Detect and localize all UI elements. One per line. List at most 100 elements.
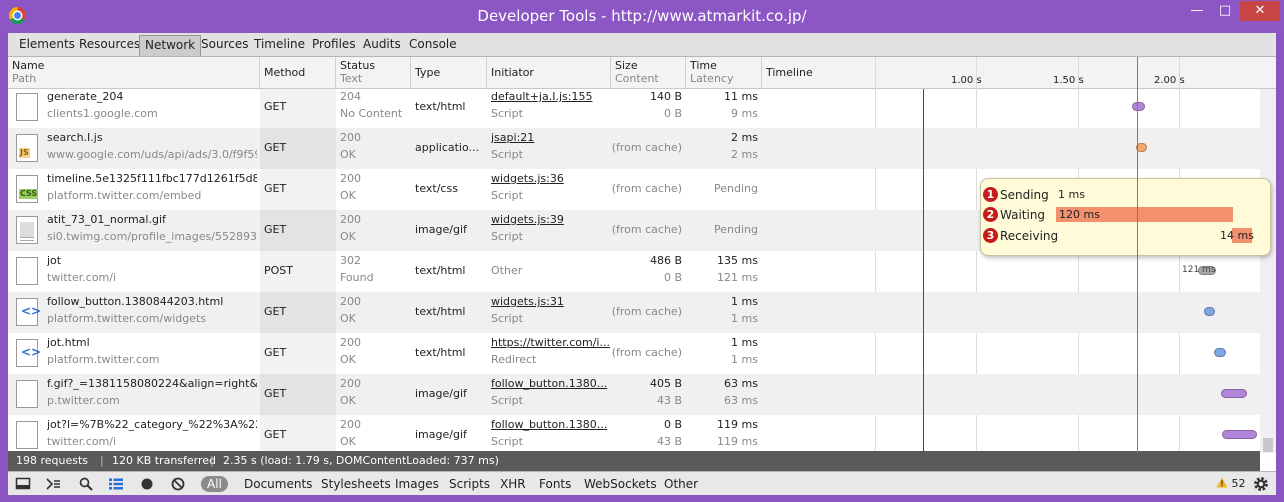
name-text: generate_204 clients1.google.com xyxy=(47,89,257,128)
network-request-list: generate_204 clients1.google.com GET 204 No … xyxy=(8,89,1260,453)
tooltip-waiting-value: 120 ms xyxy=(1059,208,1100,221)
dock-side-icon[interactable] xyxy=(15,476,31,492)
request-name: timeline.5e1325f111fbc177d1261f5d81... xyxy=(47,172,257,185)
method-value: GET xyxy=(264,141,287,154)
timeline-bar[interactable] xyxy=(1222,430,1257,439)
tab-resources[interactable]: Resources xyxy=(74,35,145,56)
filter-xhr[interactable]: XHR xyxy=(500,476,526,492)
request-name: atit_73_01_normal.gif xyxy=(47,213,166,226)
console-drawer-icon[interactable] xyxy=(45,476,61,492)
cell-name[interactable]: <> jot.html platform.twitter.com xyxy=(8,333,260,374)
tab-console[interactable]: Console xyxy=(404,35,462,56)
scrollbar-thumb[interactable] xyxy=(1263,438,1273,452)
latency-bar-label: 121 ms xyxy=(1182,265,1216,275)
table-row[interactable]: JS search.I.js www.google.com/uds/api/ads/… xyxy=(8,128,1260,169)
tab-network[interactable]: Network xyxy=(139,35,202,56)
content-value: 43 B xyxy=(656,435,682,448)
cell-content: 200 OK xyxy=(340,128,411,169)
table-row[interactable]: <> follow_button.1380844203.html platform.… xyxy=(8,292,1260,333)
initiator-link[interactable]: follow_button.1380... xyxy=(491,418,607,432)
initiator-link[interactable]: widgets.js:31 xyxy=(491,295,564,309)
cell-name[interactable]: generate_204 clients1.google.com xyxy=(8,89,260,128)
html-file-icon: <> xyxy=(16,298,41,326)
latency-value: 9 ms xyxy=(731,107,758,120)
large-rows-toggle-icon[interactable] xyxy=(108,476,124,492)
filter-images[interactable]: Images xyxy=(395,476,439,492)
cell-name[interactable]: jot twitter.com/i xyxy=(8,251,260,292)
cell-content: 200 OK xyxy=(340,210,411,251)
column-header-name[interactable]: Name Path xyxy=(8,57,260,89)
column-header-status[interactable]: Status Text xyxy=(336,57,411,89)
cell-name[interactable]: <> follow_button.1380844203.html platform.… xyxy=(8,292,260,333)
window-titlebar: Developer Tools - http://www.atmarkit.co… xyxy=(0,0,1284,33)
type-value: image/gif xyxy=(415,223,467,236)
maximize-button[interactable]: □ xyxy=(1212,1,1238,21)
tab-elements[interactable]: Elements xyxy=(14,35,80,56)
name-text: search.I.js www.google.com/uds/api/ads/3.… xyxy=(47,128,257,169)
filter-websockets[interactable]: WebSockets xyxy=(584,476,657,492)
timeline-bar[interactable] xyxy=(1214,348,1226,357)
table-row[interactable]: <> jot.html platform.twitter.com GET 200 OK te… xyxy=(8,333,1260,374)
initiator-link[interactable]: jsapi:21 xyxy=(491,131,534,145)
filter-fonts[interactable]: Fonts xyxy=(539,476,571,492)
tab-profiles[interactable]: Profiles xyxy=(307,35,361,56)
type-value: text/html xyxy=(415,100,466,113)
cell-content: 200 OK xyxy=(340,333,411,374)
cell-name[interactable]: JS search.I.js www.google.com/uds/api/ads/… xyxy=(8,128,260,169)
status-text: OK xyxy=(340,230,356,243)
load-event-line-header xyxy=(1137,57,1138,89)
initiator-link[interactable]: https://twitter.com/i... xyxy=(491,336,610,350)
cell-name[interactable]: f.gif?_=1381158080224&align=right&i... p.… xyxy=(8,374,260,415)
cell-name[interactable]: jot?l=%7B%22_category_%22%3A%22t... twitt… xyxy=(8,415,260,453)
column-header-size[interactable]: Size Content xyxy=(611,57,686,89)
timeline-bar[interactable] xyxy=(1204,307,1215,316)
initiator-link[interactable]: default+ja.I.js:155 xyxy=(491,90,592,104)
filter-other[interactable]: Other xyxy=(664,476,698,492)
cell-content: text/css xyxy=(415,169,487,210)
cell-content: text/html xyxy=(415,333,487,374)
cell-initiator: default+ja.I.js:155 Script xyxy=(487,89,611,128)
cell-name[interactable]: atit_73_01_normal.gif si0.twimg.com/profi… xyxy=(8,210,260,251)
record-icon[interactable] xyxy=(139,476,155,492)
column-time-label: Time xyxy=(690,59,717,72)
initiator-link[interactable]: follow_button.1380... xyxy=(491,377,607,391)
status-code: 200 xyxy=(340,336,361,349)
column-header-timeline[interactable]: Timeline xyxy=(762,57,1276,89)
cell-status: 200 OK xyxy=(336,374,411,415)
vertical-scrollbar[interactable] xyxy=(1260,89,1276,453)
initiator-type: Script xyxy=(491,435,523,448)
filter-scripts[interactable]: Scripts xyxy=(449,476,490,492)
table-row[interactable]: jot twitter.com/i POST 302 Found text/html Oth… xyxy=(8,251,1260,292)
clear-icon[interactable] xyxy=(170,476,186,492)
filter-stylesheets[interactable]: Stylesheets xyxy=(321,476,391,492)
status-text: Found xyxy=(340,271,374,284)
minimize-button[interactable]: — xyxy=(1184,1,1210,21)
table-row[interactable]: jot?l=%7B%22_category_%22%3A%22t... twitt… xyxy=(8,415,1260,453)
column-header-type[interactable]: Type xyxy=(411,57,487,89)
column-header-method[interactable]: Method xyxy=(260,57,336,89)
timeline-bar[interactable] xyxy=(1221,389,1247,398)
column-header-time[interactable]: Time Latency xyxy=(686,57,762,89)
table-row[interactable]: generate_204 clients1.google.com GET 204 No … xyxy=(8,89,1260,128)
filter-documents[interactable]: Documents xyxy=(244,476,312,492)
cell-type: image/gif xyxy=(411,415,487,453)
initiator-link[interactable]: widgets.js:39 xyxy=(491,213,564,227)
tab-timeline[interactable]: Timeline xyxy=(249,35,310,56)
tab-audits[interactable]: Audits xyxy=(358,35,406,56)
cell-name[interactable]: CSS timeline.5e1325f111fbc177d1261f5d81..… xyxy=(8,169,260,210)
warnings-counter[interactable]: 52 xyxy=(1216,477,1246,490)
initiator-link[interactable]: widgets.js:36 xyxy=(491,172,564,186)
name-text: jot.html platform.twitter.com xyxy=(47,333,257,374)
close-button[interactable]: ✕ xyxy=(1240,1,1280,21)
timeline-bar[interactable] xyxy=(1132,102,1145,111)
search-icon[interactable] xyxy=(78,476,94,492)
gear-icon[interactable] xyxy=(1252,475,1270,493)
cell-initiator: Other xyxy=(487,251,611,292)
table-row[interactable]: f.gif?_=1381158080224&align=right&i... p.… xyxy=(8,374,1260,415)
status-text: OK xyxy=(340,435,356,448)
filter-all[interactable]: All xyxy=(201,476,228,492)
time-value: 2 ms xyxy=(731,131,758,144)
tab-sources[interactable]: Sources xyxy=(196,35,253,56)
cell-initiator: widgets.js:31 Script xyxy=(487,292,611,333)
column-header-initiator[interactable]: Initiator xyxy=(487,57,611,89)
